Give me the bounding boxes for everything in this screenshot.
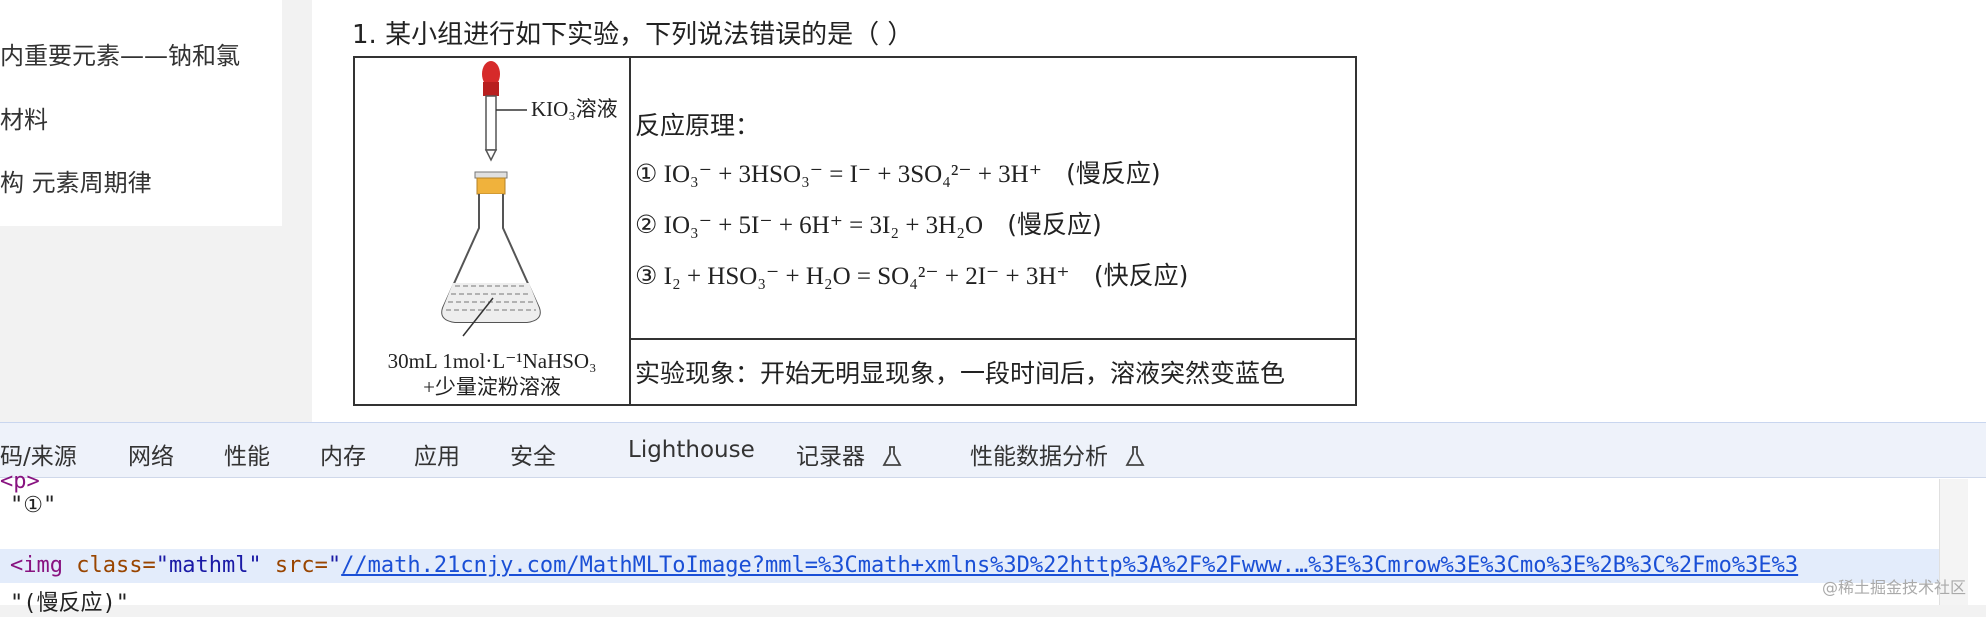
sidebar-item-materials[interactable]: 材料 (0, 100, 48, 135)
table-divider-vertical (629, 58, 631, 404)
dom-line-text-1[interactable]: "①" (10, 493, 56, 518)
tab-performance[interactable]: 性能 (224, 437, 270, 471)
dom-line-text-2[interactable]: "(慢反应)" (10, 585, 129, 617)
reaction-equation: I₂ + HSO₃⁻ + H₂O = SO₄²⁻ + 2I⁻ + 3H⁺ (663, 263, 1070, 290)
reaction-equation: IO₃⁻ + 5I⁻ + 6H⁺ = 3I₂ + 3H₂O (663, 212, 983, 239)
flask-stopper-icon (476, 177, 506, 195)
reaction-number: ③ (635, 261, 658, 290)
table-divider-horizontal (631, 338, 1355, 340)
reaction-speed: (快反应) (1093, 261, 1189, 290)
tab-sources[interactable]: 码/来源 (0, 437, 77, 471)
tab-performance-insights-label: 性能数据分析 (970, 444, 1108, 470)
dom-line-p[interactable]: <p> (0, 469, 40, 494)
principle-title: 反应原理： (635, 111, 761, 140)
experiment-flask-icon (882, 446, 902, 466)
dom-line-img[interactable]: <img class="mathml" src="//math.21cnjy.c… (10, 553, 1798, 578)
reaction-equation: IO₃⁻ + 3HSO₃⁻ = I⁻ + 3SO₄²⁻ + 3H⁺ (663, 161, 1042, 188)
tab-recorder[interactable]: 记录器 (796, 437, 902, 471)
dropper-tube-icon (485, 95, 497, 151)
reaction-number: ① (635, 159, 658, 188)
devtools-tabbar: 码/来源 网络 性能 内存 应用 安全 Lighthouse 记录器 性能数据分… (0, 423, 1986, 478)
reaction-1: ① IO₃⁻ + 3HSO₃⁻ = I⁻ + 3SO₄²⁻ + 3H⁺ (慢反应… (635, 154, 1161, 190)
reaction-speed: (慢反应) (1066, 159, 1161, 188)
question-table: KIO₃溶液 30mL 1mol·L⁻¹NaHSO₃ +少量淀粉溶液 反应原理：… (353, 56, 1357, 406)
flask-diagram: KIO₃溶液 30mL 1mol·L⁻¹NaHSO₃ +少量淀粉溶液 (388, 61, 618, 399)
question-title: 1. 某小组进行如下实验，下列说法错误的是（ ） (352, 20, 914, 50)
dom-tree: <p> "①" <img class="mathml" src="//math.… (0, 469, 1986, 616)
main-content: 1. 某小组进行如下实验，下列说法错误的是（ ） KIO₃溶液 30mL 1mo… (312, 0, 1986, 422)
tab-memory[interactable]: 内存 (320, 437, 366, 471)
watermark: @稀土掘金技术社区 (1821, 578, 1966, 597)
experiment-phenomenon: 实验现象：开始无明显现象，一段时间后，溶液突然变蓝色 (635, 359, 1286, 388)
reaction-number: ② (635, 210, 658, 239)
reaction-2: ② IO₃⁻ + 5I⁻ + 6H⁺ = 3I₂ + 3H₂O (慢反应) (635, 205, 1102, 241)
reaction-3: ③ I₂ + HSO₃⁻ + H₂O = SO₄²⁻ + 2I⁻ + 3H⁺ (… (635, 256, 1188, 292)
tab-application[interactable]: 应用 (414, 437, 460, 471)
devtools-panel: 码/来源 网络 性能 内存 应用 安全 Lighthouse 记录器 性能数据分… (0, 422, 1986, 616)
tab-lighthouse[interactable]: Lighthouse (628, 437, 755, 463)
sidebar-item-periodic-law[interactable]: 构 元素周期律 (0, 163, 152, 198)
img-src-link[interactable]: //math.21cnjy.com/MathMLToImage?mml=%3Cm… (341, 553, 1798, 578)
tab-security[interactable]: 安全 (510, 437, 556, 471)
tab-recorder-label: 记录器 (796, 444, 865, 470)
experiment-flask-icon (1125, 446, 1145, 466)
tab-performance-insights[interactable]: 性能数据分析 (970, 437, 1145, 471)
tab-network[interactable]: 网络 (128, 437, 174, 471)
sidebar: 内重要元素——钠和氯 材料 构 元素周期律 (0, 0, 282, 226)
sidebar-item-sodium-chlorine[interactable]: 内重要元素——钠和氯 (0, 36, 240, 71)
reagent-label: KIO₃溶液 (531, 97, 618, 121)
flask-label-line1: 30mL 1mol·L⁻¹NaHSO₃ (388, 349, 597, 373)
reaction-speed: (慢反应) (1007, 210, 1102, 239)
flask-label-line2: +少量淀粉溶液 (423, 375, 561, 399)
